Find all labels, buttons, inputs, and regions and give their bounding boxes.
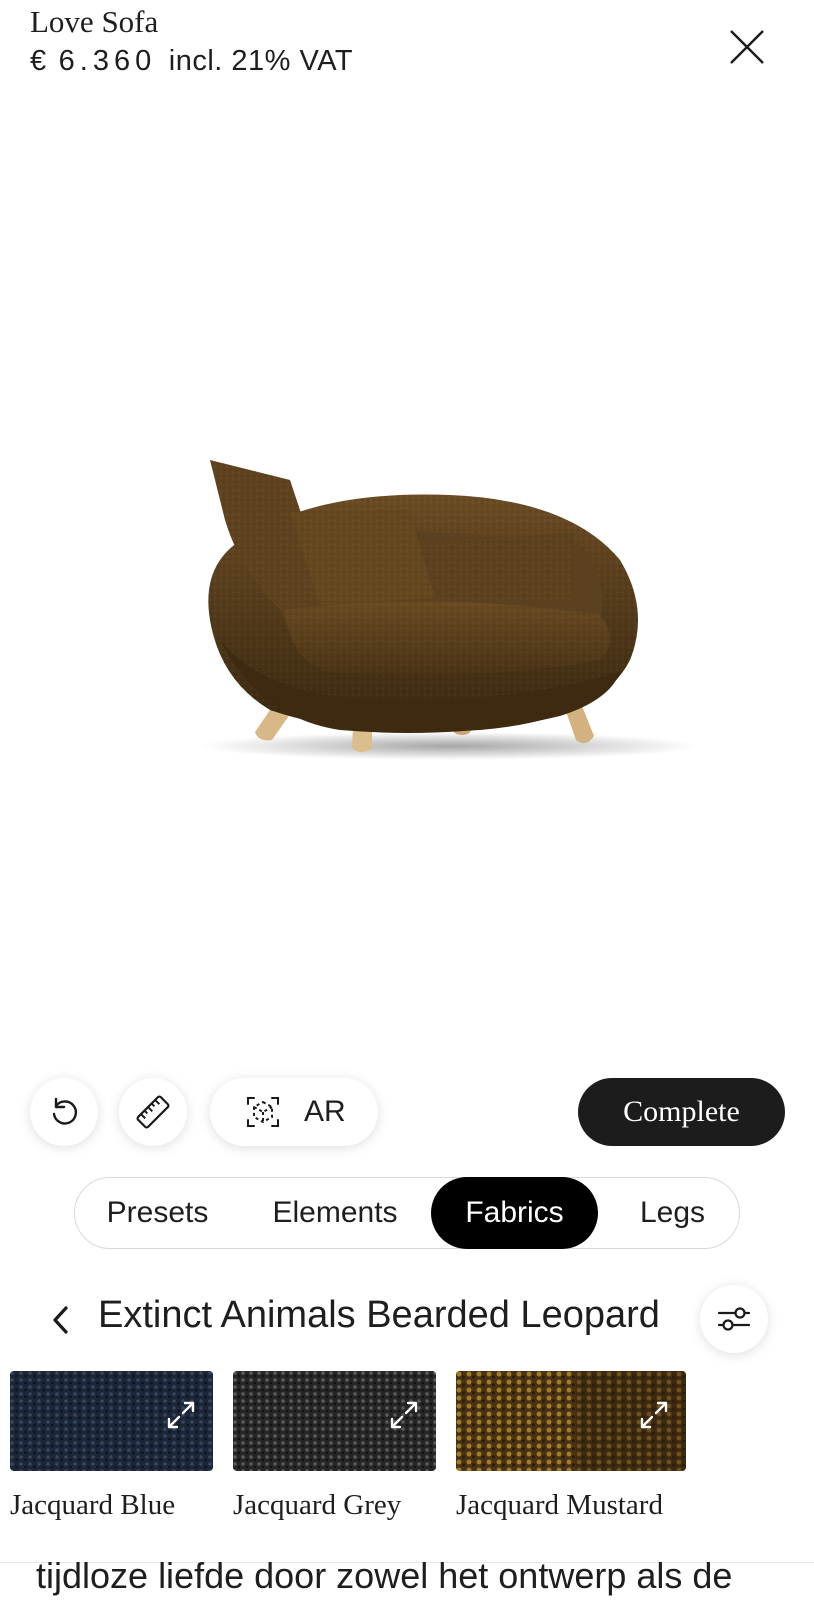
measure-button[interactable]	[119, 1078, 187, 1146]
tab-presets[interactable]: Presets	[75, 1178, 240, 1247]
swatch-image	[456, 1371, 686, 1471]
filter-button[interactable]	[700, 1285, 768, 1353]
collection-title: Extinct Animals Bearded Leopard	[98, 1294, 660, 1336]
complete-button[interactable]: Complete	[578, 1078, 785, 1146]
swatch-label: Jacquard Blue	[10, 1489, 176, 1521]
price-currency: €	[30, 45, 47, 77]
ruler-icon	[136, 1095, 170, 1129]
fabric-collection-header: Extinct Animals Bearded Leopard	[0, 1285, 814, 1355]
swatch-jacquard-mustard[interactable]: Jacquard Mustard	[456, 1371, 686, 1521]
viewer-toolbar: AR Complete	[0, 1075, 814, 1155]
product-description: tijdloze liefde door zowel het ontwerp a…	[36, 1555, 733, 1596]
swatch-jacquard-blue[interactable]: Jacquard Blue	[10, 1371, 213, 1521]
swatch-image	[233, 1371, 436, 1471]
swatch-image	[10, 1371, 213, 1471]
expand-icon[interactable]	[163, 1397, 199, 1433]
close-button[interactable]	[722, 22, 772, 72]
rotate-ccw-icon	[52, 1097, 78, 1125]
price-amount: 6.360	[58, 45, 157, 77]
product-name: Love Sofa	[30, 4, 159, 39]
swatch-label: Jacquard Mustard	[456, 1489, 663, 1521]
reset-view-button[interactable]	[30, 1078, 98, 1146]
ar-label: AR	[304, 1095, 346, 1128]
swatch-jacquard-grey[interactable]: Jacquard Grey	[233, 1371, 436, 1521]
ar-button[interactable]: AR	[210, 1078, 378, 1146]
ar-cube-icon	[247, 1097, 279, 1127]
tab-legs[interactable]: Legs	[610, 1178, 735, 1247]
tab-elements[interactable]: Elements	[253, 1178, 417, 1247]
expand-icon[interactable]	[386, 1397, 422, 1433]
configurator-tabs: Presets Elements Fabrics Legs	[74, 1177, 740, 1249]
sofa-render	[200, 460, 700, 760]
close-icon	[730, 30, 764, 64]
chevron-left-icon[interactable]	[48, 1303, 72, 1337]
sliders-icon	[717, 1307, 751, 1331]
swatch-label: Jacquard Grey	[233, 1489, 402, 1521]
expand-icon[interactable]	[636, 1397, 672, 1433]
product-header: Love Sofa €6.360 incl. 21% VAT	[0, 0, 814, 100]
product-price: €6.360 incl. 21% VAT	[30, 45, 353, 78]
price-vat-note: incl. 21% VAT	[168, 45, 354, 77]
product-3d-viewer[interactable]	[0, 100, 814, 1060]
tab-fabrics[interactable]: Fabrics	[431, 1177, 598, 1249]
